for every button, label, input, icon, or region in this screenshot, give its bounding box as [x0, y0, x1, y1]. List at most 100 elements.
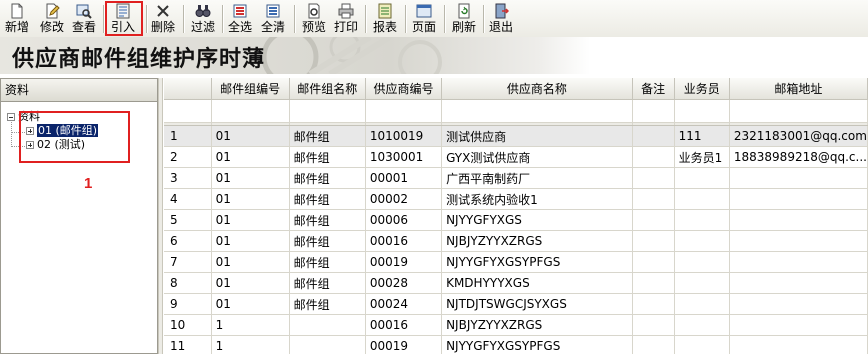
group-name-cell[interactable]: 邮件组: [289, 146, 366, 168]
table-row[interactable]: 5 01 邮件组 00006 NJYYGFYXGS: [164, 209, 868, 231]
row-number-cell[interactable]: 4: [164, 188, 212, 210]
table-row[interactable]: 10 1 00016 NJBJYZYYXZRGS: [164, 314, 868, 336]
row-number-cell[interactable]: 5: [164, 209, 212, 231]
filter-cell[interactable]: [164, 99, 212, 123]
supplier-name-cell[interactable]: GYX测试供应商: [441, 146, 633, 168]
table-row[interactable]: 6 01 邮件组 00016 NJBJYZYYXZRGS: [164, 230, 868, 252]
filter-cell[interactable]: [365, 99, 443, 123]
filter-button[interactable]: 过滤: [189, 1, 217, 35]
email-cell[interactable]: [729, 230, 868, 252]
print-button[interactable]: 打印: [332, 1, 360, 35]
supplier-name-cell[interactable]: NJYYGFYXGSYPFGS: [441, 335, 633, 354]
salesman-cell[interactable]: [674, 230, 730, 252]
group-name-cell[interactable]: 邮件组: [289, 272, 366, 294]
row-number-cell[interactable]: 3: [164, 167, 212, 189]
remark-cell[interactable]: [632, 209, 675, 231]
remark-cell[interactable]: [632, 146, 675, 168]
table-row[interactable]: 3 01 邮件组 00001 广西平南制药厂: [164, 167, 868, 189]
group-code-cell[interactable]: 01: [211, 272, 290, 294]
email-cell[interactable]: [729, 314, 868, 336]
supplier-name-cell[interactable]: NJYYGFYXGSYPFGS: [441, 251, 633, 273]
salesman-cell[interactable]: [674, 272, 730, 294]
table-row[interactable]: 9 01 邮件组 00024 NJTDJTSWGCJSYXGS: [164, 293, 868, 315]
supplier-name-cell[interactable]: 测试系统内验收1: [441, 188, 633, 210]
email-cell[interactable]: [729, 188, 868, 210]
group-code-cell[interactable]: 1: [211, 335, 290, 354]
email-cell[interactable]: [729, 167, 868, 189]
column-header-salesman[interactable]: 业务员: [674, 78, 730, 100]
group-name-cell[interactable]: [289, 314, 366, 336]
email-cell[interactable]: 2321183001@qq.com: [729, 125, 868, 147]
supplier-name-cell[interactable]: 广西平南制药厂: [441, 167, 633, 189]
filter-cell[interactable]: [729, 99, 868, 123]
supplier-code-cell[interactable]: 00001: [365, 167, 443, 189]
row-number-cell[interactable]: 6: [164, 230, 212, 252]
salesman-cell[interactable]: [674, 293, 730, 315]
group-code-cell[interactable]: 1: [211, 314, 290, 336]
group-name-cell[interactable]: 邮件组: [289, 167, 366, 189]
salesman-cell[interactable]: [674, 314, 730, 336]
page-button[interactable]: 页面: [410, 1, 438, 35]
edit-button[interactable]: 修改: [38, 1, 66, 35]
view-button[interactable]: 查看: [70, 1, 98, 35]
row-number-cell[interactable]: 9: [164, 293, 212, 315]
table-row[interactable]: 2 01 邮件组 1030001 GYX测试供应商 业务员1 18838989218@qq.…: [164, 146, 868, 168]
row-number-cell[interactable]: 10: [164, 314, 212, 336]
email-cell[interactable]: [729, 251, 868, 273]
column-header-remark[interactable]: 备注: [632, 78, 675, 100]
remark-cell[interactable]: [632, 230, 675, 252]
supplier-name-cell[interactable]: NJBJYZYYXZRGS: [441, 230, 633, 252]
email-cell[interactable]: 18838989218@qq.c...: [729, 146, 868, 168]
email-cell[interactable]: [729, 293, 868, 315]
group-code-cell[interactable]: 01: [211, 188, 290, 210]
supplier-code-cell[interactable]: 00006: [365, 209, 443, 231]
filter-cell[interactable]: [211, 99, 290, 123]
salesman-cell[interactable]: [674, 251, 730, 273]
column-header-group-name[interactable]: 邮件组名称: [289, 78, 366, 100]
supplier-name-cell[interactable]: KMDHYYYXGS: [441, 272, 633, 294]
row-number-cell[interactable]: 8: [164, 272, 212, 294]
table-row[interactable]: 8 01 邮件组 00028 KMDHYYYXGS: [164, 272, 868, 294]
group-name-cell[interactable]: 邮件组: [289, 209, 366, 231]
salesman-cell[interactable]: 111: [674, 125, 730, 147]
remark-cell[interactable]: [632, 188, 675, 210]
column-header-email[interactable]: 邮箱地址: [729, 78, 868, 100]
salesman-cell[interactable]: [674, 167, 730, 189]
filter-cell[interactable]: [441, 99, 633, 123]
select-all-button[interactable]: 全选: [226, 1, 254, 35]
remark-cell[interactable]: [632, 167, 675, 189]
group-name-cell[interactable]: [289, 335, 366, 354]
table-row[interactable]: 1 01 邮件组 1010019 测试供应商 111 2321183001@qq.com: [164, 125, 868, 147]
supplier-name-cell[interactable]: NJTDJTSWGCJSYXGS: [441, 293, 633, 315]
salesman-cell[interactable]: [674, 188, 730, 210]
clear-all-button[interactable]: 全清: [259, 1, 287, 35]
email-cell[interactable]: [729, 335, 868, 354]
remark-cell[interactable]: [632, 272, 675, 294]
supplier-code-cell[interactable]: 00019: [365, 251, 443, 273]
collapse-toggle-icon[interactable]: [7, 113, 15, 121]
remark-cell[interactable]: [632, 293, 675, 315]
refresh-button[interactable]: 刷新: [450, 1, 478, 35]
group-code-cell[interactable]: 01: [211, 209, 290, 231]
salesman-cell[interactable]: [674, 209, 730, 231]
table-row[interactable]: 11 1 00019 NJYYGFYXGSYPFGS: [164, 335, 868, 354]
group-name-cell[interactable]: 邮件组: [289, 230, 366, 252]
supplier-code-cell[interactable]: 00024: [365, 293, 443, 315]
filter-cell[interactable]: [289, 99, 366, 123]
salesman-cell[interactable]: 业务员1: [674, 146, 730, 168]
supplier-code-cell[interactable]: 1010019: [365, 125, 443, 147]
row-number-cell[interactable]: 7: [164, 251, 212, 273]
row-number-cell[interactable]: 1: [164, 125, 212, 147]
column-header-supplier-name[interactable]: 供应商名称: [441, 78, 633, 100]
supplier-name-cell[interactable]: 测试供应商: [441, 125, 633, 147]
group-code-cell[interactable]: 01: [211, 146, 290, 168]
table-row[interactable]: 4 01 邮件组 00002 测试系统内验收1: [164, 188, 868, 210]
supplier-code-cell[interactable]: 00019: [365, 335, 443, 354]
new-button[interactable]: 新增: [3, 1, 31, 35]
email-cell[interactable]: [729, 209, 868, 231]
group-code-cell[interactable]: 01: [211, 125, 290, 147]
group-name-cell[interactable]: 邮件组: [289, 293, 366, 315]
remark-cell[interactable]: [632, 314, 675, 336]
supplier-code-cell[interactable]: 00016: [365, 230, 443, 252]
supplier-name-cell[interactable]: NJBJYZYYXZRGS: [441, 314, 633, 336]
